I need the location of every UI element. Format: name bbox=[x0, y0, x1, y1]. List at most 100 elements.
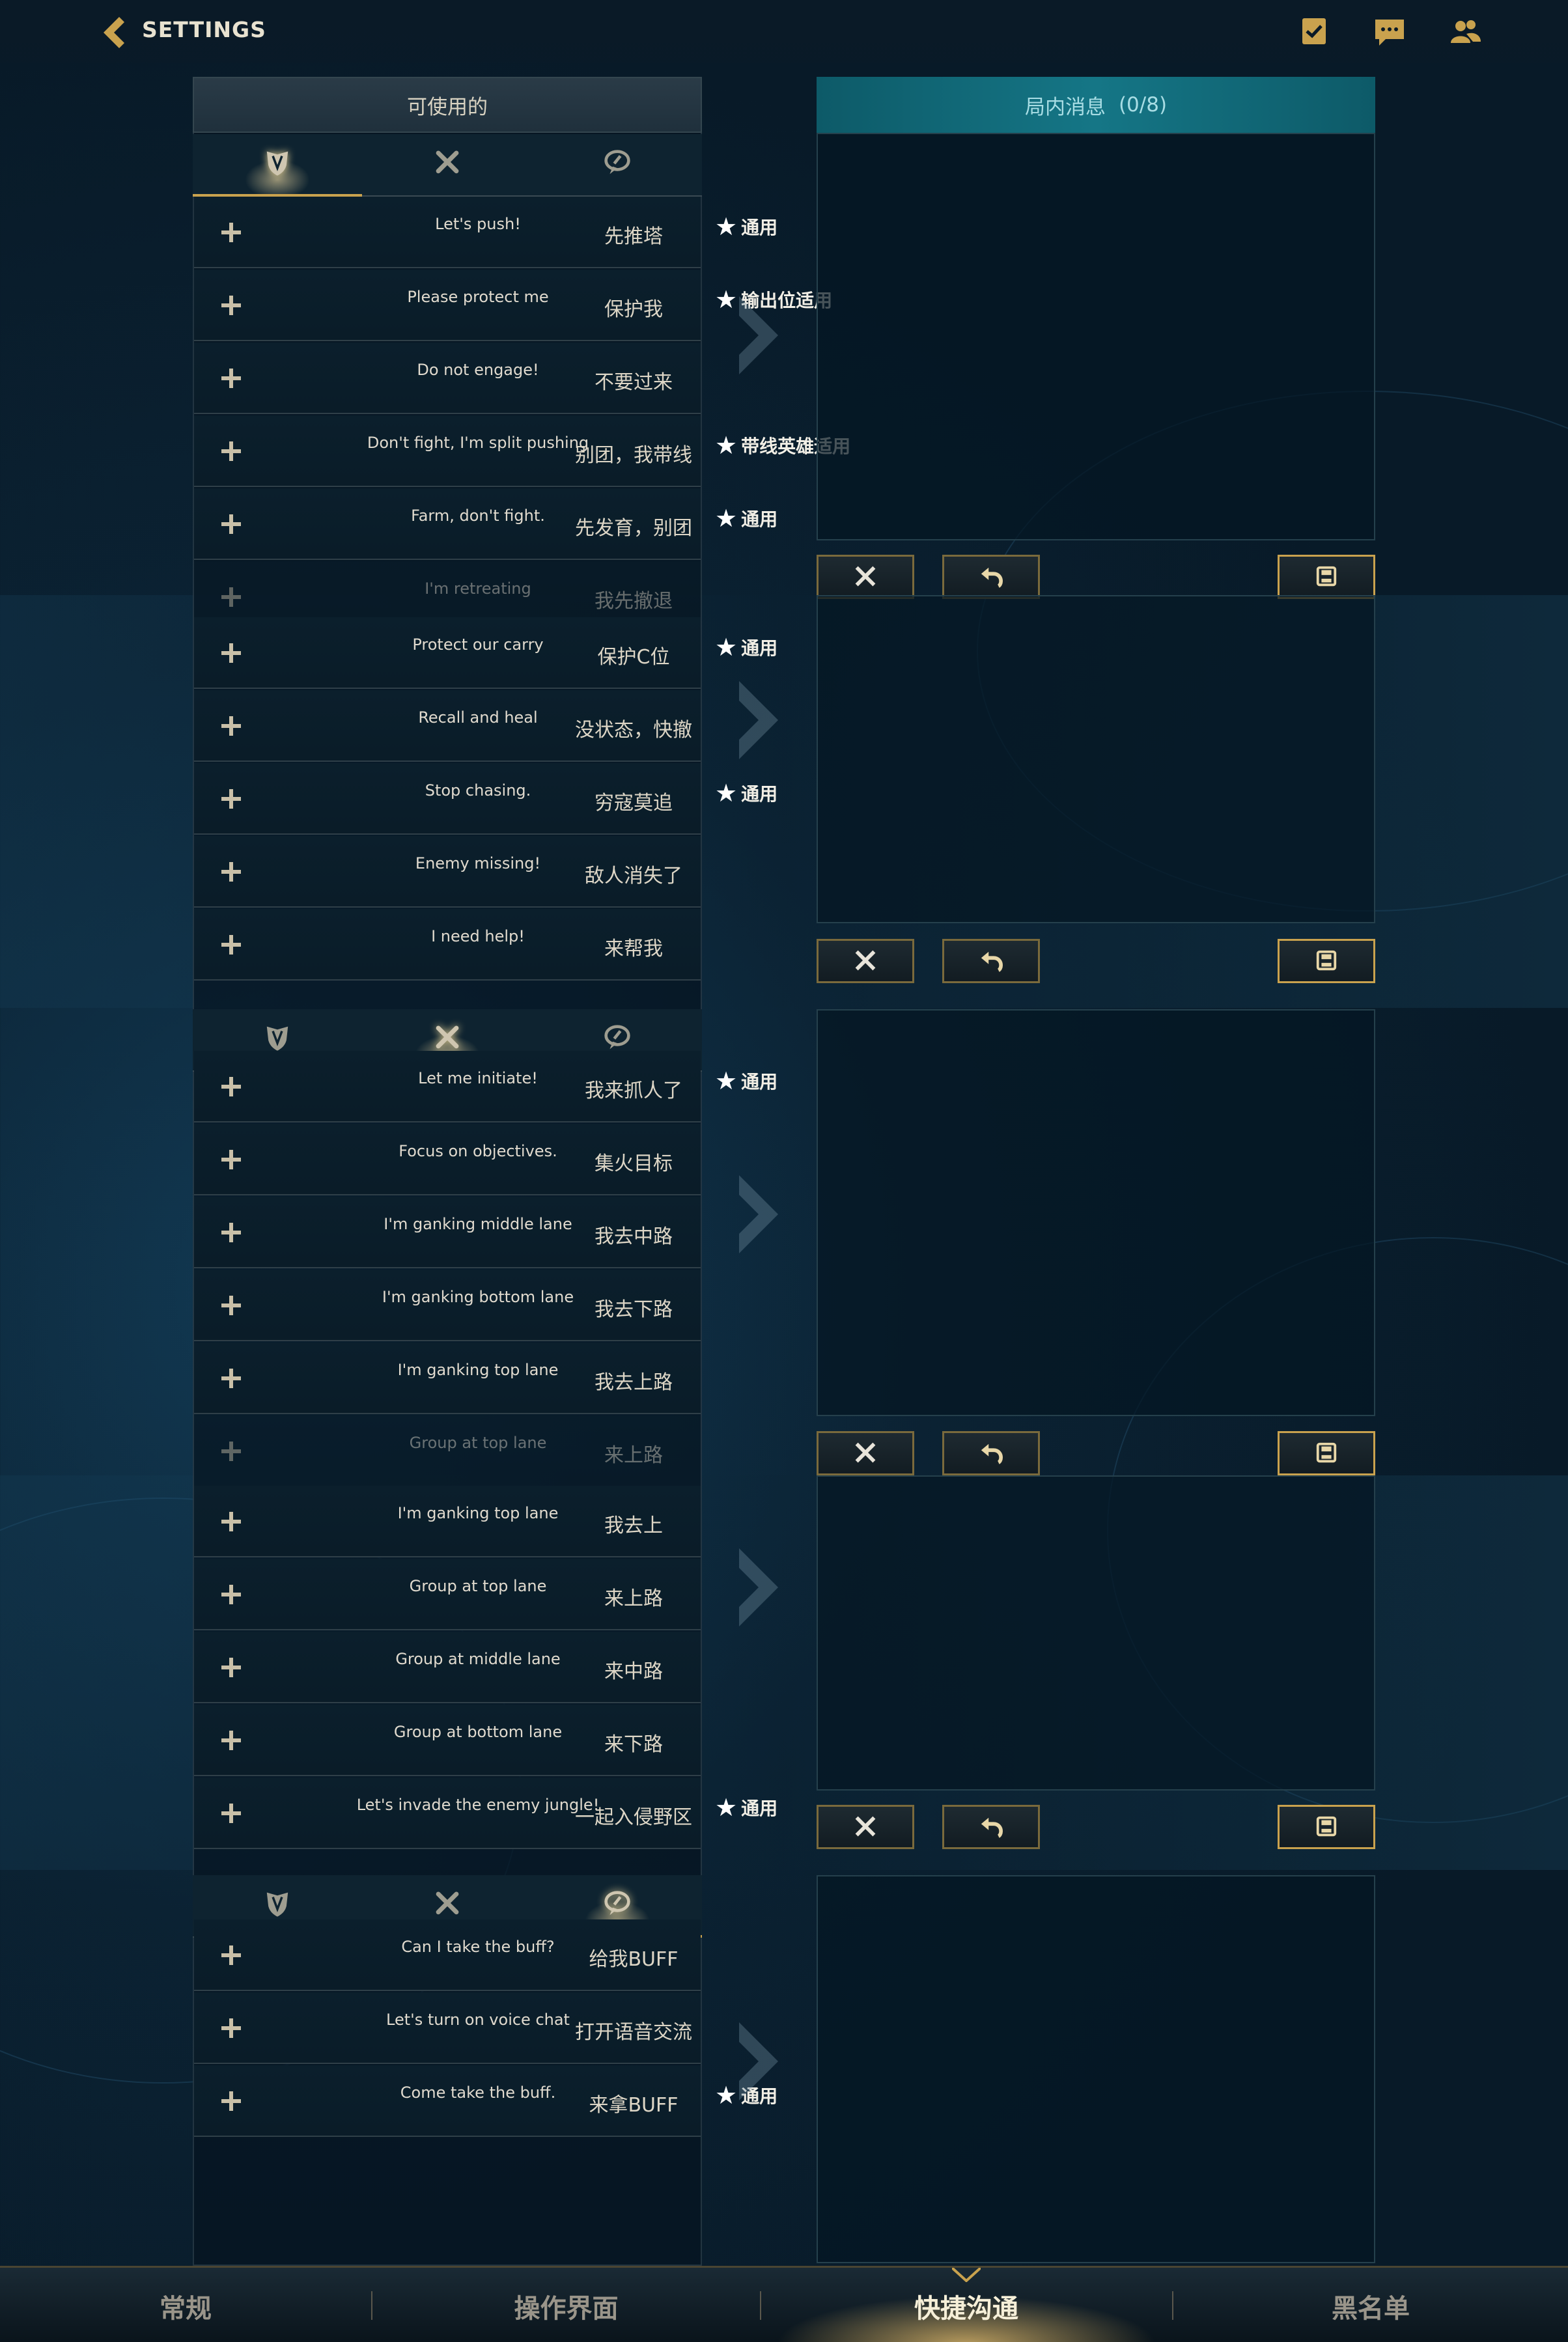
back-arrow-icon[interactable] bbox=[94, 13, 133, 52]
undo-button[interactable] bbox=[942, 555, 1040, 599]
message-chinese: 我来抓人了 bbox=[585, 1080, 682, 1102]
message-row[interactable]: Don't fight, I'm split pushing 别团，我带线 bbox=[194, 415, 701, 487]
usage-tag-label: 通用 bbox=[741, 509, 778, 530]
clear-button[interactable] bbox=[817, 1805, 914, 1849]
add-icon[interactable] bbox=[221, 1442, 241, 1461]
add-icon[interactable] bbox=[221, 441, 241, 461]
add-icon[interactable] bbox=[221, 643, 241, 663]
selected-messages-box[interactable] bbox=[817, 595, 1375, 923]
save-button[interactable] bbox=[1278, 1431, 1375, 1475]
message-row[interactable]: Protect our carry 保护C位 bbox=[194, 617, 701, 689]
tab-quick-chat[interactable]: 快捷沟通 bbox=[761, 2268, 1171, 2342]
message-row[interactable]: I need help! 来帮我 bbox=[194, 909, 701, 981]
message-row[interactable]: I'm ganking bottom lane 我去下路 bbox=[194, 1270, 701, 1341]
message-row[interactable]: Let's invade the enemy jungle! 一起入侵野区 bbox=[194, 1777, 701, 1849]
transfer-arrow-icon[interactable] bbox=[733, 1542, 785, 1633]
message-chinese: 来中路 bbox=[604, 1660, 663, 1683]
message-row[interactable]: Come take the buff. 来拿BUFF bbox=[194, 2065, 701, 2137]
add-icon[interactable] bbox=[221, 1731, 241, 1750]
message-row[interactable]: I'm ganking middle lane 我去中路 bbox=[194, 1197, 701, 1268]
add-icon[interactable] bbox=[221, 1585, 241, 1604]
add-icon[interactable] bbox=[221, 2091, 241, 2111]
add-icon[interactable] bbox=[221, 1945, 241, 1965]
message-row[interactable]: Group at top lane 来上路 bbox=[194, 1559, 701, 1630]
message-row[interactable]: Do not engage! 不要过来 bbox=[194, 342, 701, 414]
message-chinese: 先发育，别团 bbox=[575, 517, 692, 540]
undo-button[interactable] bbox=[942, 1431, 1040, 1475]
checklist-icon[interactable] bbox=[1297, 14, 1331, 48]
save-button[interactable] bbox=[1278, 1805, 1375, 1849]
tab-general-label: 常规 bbox=[160, 2293, 212, 2324]
selected-messages-box[interactable] bbox=[817, 1875, 1375, 2263]
add-icon[interactable] bbox=[221, 1369, 241, 1388]
star-icon: ★ bbox=[715, 504, 738, 533]
message-row[interactable]: Group at top lane 来上路 bbox=[194, 1415, 701, 1487]
message-chinese: 我去上 bbox=[604, 1514, 663, 1537]
transfer-arrow-icon[interactable] bbox=[733, 2016, 785, 2107]
tab-general[interactable]: 常规 bbox=[0, 2268, 371, 2342]
close-icon bbox=[855, 1816, 876, 1837]
chat-icon[interactable] bbox=[1373, 14, 1407, 48]
undo-button[interactable] bbox=[942, 1805, 1040, 1849]
message-row[interactable]: I'm ganking top lane 我去上路 bbox=[194, 1343, 701, 1414]
add-icon[interactable] bbox=[221, 935, 241, 955]
undo-icon bbox=[981, 951, 1003, 972]
message-row[interactable]: Focus on objectives. 集火目标 bbox=[194, 1124, 701, 1195]
add-icon[interactable] bbox=[221, 789, 241, 809]
save-button[interactable] bbox=[1278, 939, 1375, 983]
add-icon[interactable] bbox=[221, 296, 241, 315]
transfer-arrow-icon[interactable] bbox=[733, 675, 785, 766]
friends-icon[interactable] bbox=[1448, 14, 1482, 48]
message-row[interactable]: Can I take the buff? 给我BUFF bbox=[194, 1919, 701, 1991]
in-game-messages-header: 局内消息 (0/8) bbox=[817, 77, 1375, 133]
add-icon[interactable] bbox=[221, 2018, 241, 2038]
message-row[interactable]: Let's push! 先推塔 bbox=[194, 197, 701, 268]
add-icon[interactable] bbox=[221, 1150, 241, 1169]
undo-button[interactable] bbox=[942, 939, 1040, 983]
tab-quick-chat-label: 快捷沟通 bbox=[914, 2293, 1018, 2324]
add-icon[interactable] bbox=[221, 223, 241, 242]
message-row[interactable]: Farm, don't fight. 先发育，别团 bbox=[194, 488, 701, 560]
message-row[interactable]: Group at middle lane 来中路 bbox=[194, 1632, 701, 1703]
tab-blacklist-label: 黑名单 bbox=[1332, 2293, 1410, 2324]
add-icon[interactable] bbox=[221, 1296, 241, 1315]
add-icon[interactable] bbox=[221, 587, 241, 607]
add-icon[interactable] bbox=[221, 716, 241, 736]
message-row[interactable]: Group at bottom lane 来下路 bbox=[194, 1705, 701, 1776]
add-icon[interactable] bbox=[221, 1077, 241, 1096]
message-row[interactable]: Stop chasing. 穷寇莫追 bbox=[194, 763, 701, 835]
selected-messages-box[interactable] bbox=[817, 133, 1375, 540]
tab-chat-bubble[interactable] bbox=[533, 134, 702, 195]
message-chinese: 来上路 bbox=[604, 1587, 663, 1610]
add-icon[interactable] bbox=[221, 1223, 241, 1242]
save-button[interactable] bbox=[1278, 555, 1375, 599]
clear-button[interactable] bbox=[817, 555, 914, 599]
tab-crossed-swords[interactable] bbox=[363, 134, 532, 195]
tab-interface[interactable]: 操作界面 bbox=[372, 2268, 760, 2342]
add-icon[interactable] bbox=[221, 1658, 241, 1677]
transfer-arrow-icon[interactable] bbox=[733, 1169, 785, 1260]
tab-shield[interactable] bbox=[193, 134, 362, 199]
crossed-swords-icon bbox=[436, 150, 459, 174]
selected-messages-box[interactable] bbox=[817, 1009, 1375, 1416]
selected-messages-box[interactable] bbox=[817, 1475, 1375, 1791]
message-row[interactable]: Please protect me 保护我 bbox=[194, 270, 701, 341]
message-row[interactable]: Let me initiate! 我来抓人了 bbox=[194, 1051, 701, 1122]
message-chinese: 先推塔 bbox=[604, 225, 663, 248]
clear-button[interactable] bbox=[817, 1431, 914, 1475]
message-row[interactable]: I'm ganking top lane 我去上 bbox=[194, 1486, 701, 1557]
tab-blacklist[interactable]: 黑名单 bbox=[1173, 2268, 1568, 2342]
add-icon[interactable] bbox=[221, 369, 241, 388]
add-icon[interactable] bbox=[221, 862, 241, 882]
add-icon[interactable] bbox=[221, 1804, 241, 1823]
message-row[interactable]: Recall and heal 没状态，快撤 bbox=[194, 690, 701, 762]
add-icon[interactable] bbox=[221, 514, 241, 534]
message-chinese: 我去中路 bbox=[595, 1225, 673, 1248]
message-row[interactable]: Enemy missing! 敌人消失了 bbox=[194, 836, 701, 908]
usage-tag-label: 通用 bbox=[741, 217, 778, 238]
clear-button[interactable] bbox=[817, 939, 914, 983]
message-chinese: 来上路 bbox=[604, 1444, 663, 1467]
add-icon[interactable] bbox=[221, 1512, 241, 1531]
message-row[interactable]: Let's turn on voice chat 打开语音交流 bbox=[194, 1992, 701, 2064]
transfer-arrow-icon[interactable] bbox=[733, 290, 785, 381]
